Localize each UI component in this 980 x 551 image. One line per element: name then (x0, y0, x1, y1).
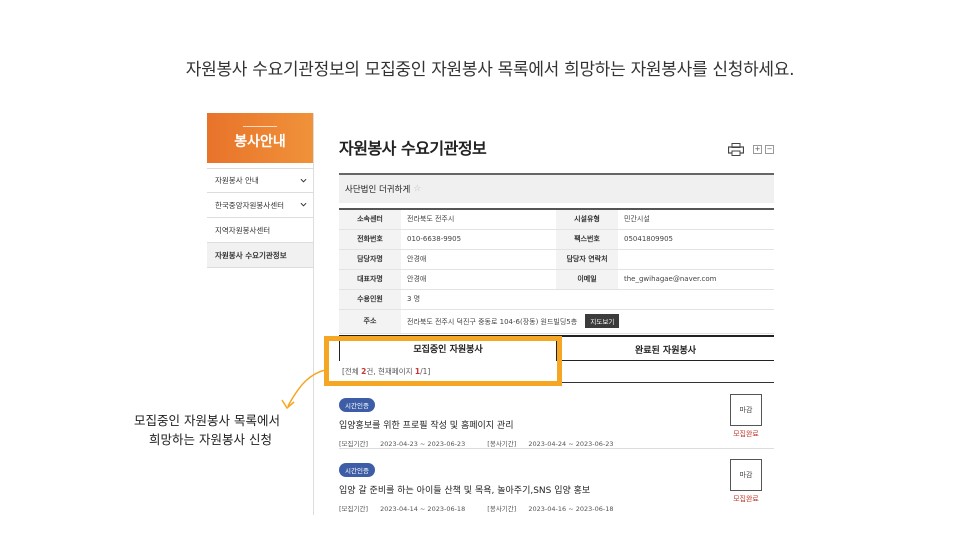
closed-box: 마감 (730, 394, 762, 426)
table-row: 수용인원 3 명 (339, 289, 774, 310)
list-item[interactable]: 시간인증 입양홍보를 위한 프로필 작성 및 홈페이지 관리 [모집기간] 20… (339, 393, 774, 448)
info-value: 전라북도 전주시 덕진구 중동로 104-6(장동) 원드빌딩5층 (407, 318, 578, 326)
info-value: 민간시설 (618, 209, 774, 230)
info-label: 담당자 연락처 (556, 249, 618, 270)
callout-line: 희망하는 자원봉사 신청 (149, 432, 272, 447)
table-row: 담당자명 안경애 담당자 연락처 (339, 249, 774, 270)
sidebar: 봉사안내 자원봉사 안내 한국중앙자원봉사센터 지역자원봉사센터 자원봉사 수요… (207, 113, 314, 515)
org-name: 사단법인 더귀하게 (345, 185, 411, 195)
table-row: 주소 전라북도 전주시 덕진구 중동로 104-6(장동) 원드빌딩5층 지도보… (339, 309, 774, 334)
info-label: 팩스번호 (556, 229, 618, 250)
info-label: 대표자명 (339, 269, 401, 290)
recruit-period: [모집기간] 2023-04-23 ~ 2023-06-23 (339, 440, 475, 448)
zoom-in-button[interactable]: + (753, 145, 762, 154)
list-item[interactable]: 시간인증 입양 갈 준비를 하는 아이들 산책 및 목욕, 놀아주기,SNS 입… (339, 458, 774, 513)
status-text: 모집완료 (733, 430, 759, 438)
recruit-label: [모집기간] (339, 440, 368, 448)
sidebar-item-demand-org[interactable]: 자원봉사 수요기관정보 (207, 243, 313, 268)
closed-box: 마감 (730, 459, 762, 491)
tab-completed[interactable]: 완료된 자원봉사 (557, 335, 774, 361)
status-badge: 시간인증 (339, 463, 375, 477)
info-value: 05041809905 (618, 229, 774, 250)
sidebar-item-volunteer-guide[interactable]: 자원봉사 안내 (207, 168, 313, 193)
recruit-value: 2023-04-14 ~ 2023-06-18 (380, 505, 466, 513)
recruit-label: [모집기간] (339, 505, 368, 513)
table-row: 대표자명 안경애 이메일 the_gwihagae@naver.com (339, 269, 774, 290)
service-value: 2023-04-24 ~ 2023-06-23 (528, 440, 614, 448)
screenshot-frame: 봉사안내 자원봉사 안내 한국중앙자원봉사센터 지역자원봉사센터 자원봉사 수요… (207, 113, 782, 515)
chevron-down-icon (300, 202, 307, 207)
info-value: 3 명 (401, 289, 774, 310)
page-tools: + − (728, 143, 774, 156)
service-period: [봉사기간] 2023-04-24 ~ 2023-06-23 (487, 440, 623, 448)
item-dates: [모집기간] 2023-04-14 ~ 2023-06-18 [봉사기간] 20… (339, 503, 774, 513)
info-label: 주소 (339, 309, 401, 334)
service-period: [봉사기간] 2023-04-16 ~ 2023-06-18 (487, 505, 623, 513)
table-row: 소속센터 전라북도 전주시 시설유형 민간시설 (339, 209, 774, 230)
service-label: [봉사기간] (487, 505, 517, 513)
table-row: 전화번호 010-6638-9905 팩스번호 05041809905 (339, 229, 774, 250)
info-value: 안경애 (401, 249, 556, 270)
item-dates: [모집기간] 2023-04-23 ~ 2023-06-23 [봉사기간] 20… (339, 438, 774, 448)
sidebar-header-line (243, 125, 277, 127)
org-info-table: 소속센터 전라북도 전주시 시설유형 민간시설 전화번호 010-6638-99… (339, 208, 774, 334)
info-label: 수용인원 (339, 289, 401, 310)
main-content: 자원봉사 수요기관정보 + − 사단법인 더귀하게 ☆ 소속센터 전라북도 전주… (339, 113, 782, 515)
info-value (618, 249, 774, 270)
info-label: 담당자명 (339, 249, 401, 270)
sidebar-header: 봉사안내 (207, 113, 313, 163)
callout-arrow-icon (281, 369, 326, 410)
sidebar-item-local-center[interactable]: 지역자원봉사센터 (207, 218, 313, 243)
address-cell: 전라북도 전주시 덕진구 중동로 104-6(장동) 원드빌딩5층 지도보기 (401, 309, 774, 334)
status-text: 모집완료 (733, 495, 759, 503)
service-label: [봉사기간] (487, 440, 517, 448)
item-title[interactable]: 입양 갈 준비를 하는 아이들 산책 및 목욕, 놀아주기,SNS 입양 홍보 (339, 483, 774, 496)
sidebar-item-label: 자원봉사 안내 (215, 176, 259, 185)
status-badge: 시간인증 (339, 398, 375, 412)
info-value: 전라북도 전주시 (401, 209, 556, 230)
highlight-box (324, 336, 562, 386)
map-button[interactable]: 지도보기 (585, 314, 620, 328)
recruit-value: 2023-04-23 ~ 2023-06-23 (380, 440, 466, 448)
callout-text: 모집중인 자원봉사 목록에서 희망하는 자원봉사 신청 (110, 411, 280, 449)
service-value: 2023-04-16 ~ 2023-06-18 (528, 505, 614, 513)
sidebar-title: 봉사안내 (234, 133, 286, 150)
item-status: 마감 모집완료 (730, 394, 762, 439)
info-label: 이메일 (556, 269, 618, 290)
divider (339, 448, 774, 449)
sidebar-item-label: 자원봉사 수요기관정보 (215, 250, 287, 260)
zoom-out-button[interactable]: − (765, 145, 774, 154)
page-title: 자원봉사 수요기관정보 (339, 139, 487, 158)
recruit-period: [모집기간] 2023-04-14 ~ 2023-06-18 (339, 505, 475, 513)
info-label: 전화번호 (339, 229, 401, 250)
item-title[interactable]: 입양홍보를 위한 프로필 작성 및 홈페이지 관리 (339, 418, 774, 431)
sidebar-item-central-center[interactable]: 한국중앙자원봉사센터 (207, 193, 313, 218)
chevron-down-icon (300, 178, 307, 183)
print-icon[interactable] (728, 143, 744, 156)
info-value: 안경애 (401, 269, 556, 290)
sidebar-item-label: 지역자원봉사센터 (215, 225, 271, 235)
sidebar-item-label: 한국중앙자원봉사센터 (215, 200, 284, 210)
callout-line: 모집중인 자원봉사 목록에서 (134, 413, 280, 428)
star-icon[interactable]: ☆ (413, 184, 421, 194)
info-label: 소속센터 (339, 209, 401, 230)
instruction-text: 자원봉사 수요기관정보의 모집중인 자원봉사 목록에서 희망하는 자원봉사를 신… (185, 60, 795, 80)
info-value: 010-6638-9905 (401, 229, 556, 250)
item-status: 마감 모집완료 (730, 459, 762, 504)
info-label: 시설유형 (556, 209, 618, 230)
info-value: the_gwihagae@naver.com (618, 269, 774, 290)
org-name-bar: 사단법인 더귀하게 ☆ (339, 173, 774, 203)
